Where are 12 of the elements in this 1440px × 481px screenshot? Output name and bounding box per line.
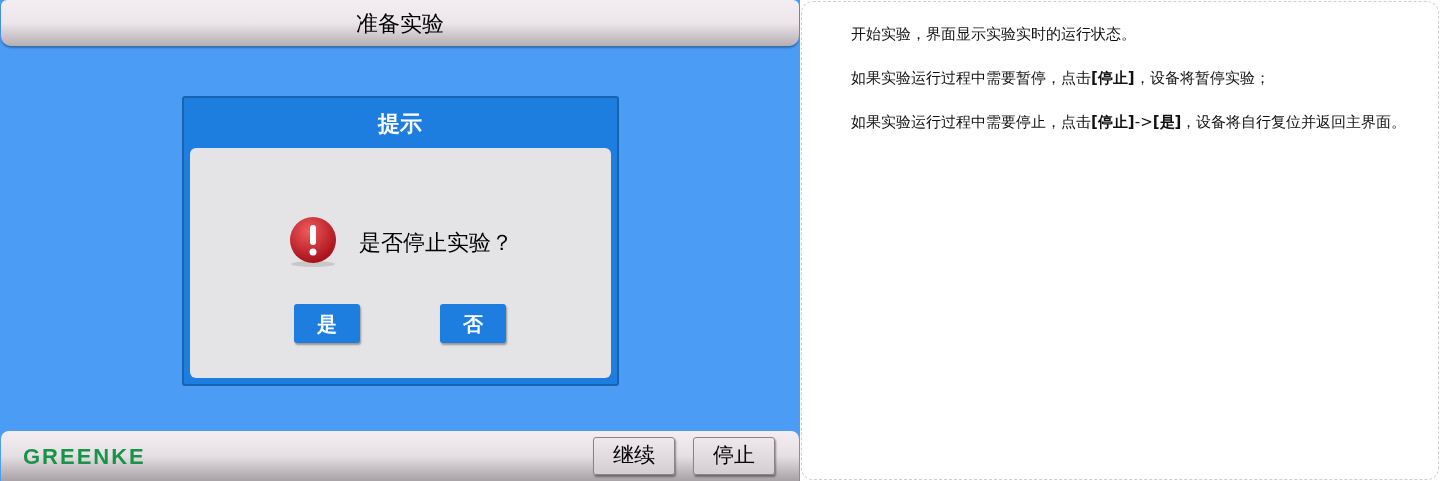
action-button[interactable]: 继续 bbox=[593, 437, 675, 475]
brand-logo: GREENKE bbox=[23, 442, 146, 471]
note-paragraph: 如果实验运行过程中需要停止，点击[停止]->[是]，设备将自行复位并返回主界面。 bbox=[851, 112, 1408, 133]
screen-title: 准备实验 bbox=[356, 9, 444, 38]
note-paragraph: 如果实验运行过程中需要暂停，点击[停止]，设备将暂停实验； bbox=[851, 68, 1271, 89]
note-paragraph: 开始实验，界面显示实验实时的运行状态。 bbox=[851, 24, 1137, 45]
dialog-button[interactable]: 否 bbox=[440, 304, 506, 343]
dialog-message: 是否停止实验？ bbox=[359, 228, 513, 257]
dialog-title: 提示 bbox=[378, 109, 422, 138]
dialog-button[interactable]: 是 bbox=[294, 304, 360, 343]
warning-icon bbox=[287, 216, 339, 268]
action-button[interactable]: 停止 bbox=[693, 437, 775, 475]
